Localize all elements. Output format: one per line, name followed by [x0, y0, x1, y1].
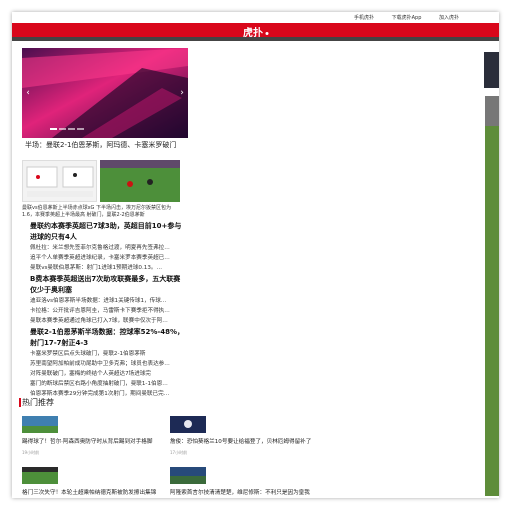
hot-item[interactable]: 踢得球了！哲尔·阿森西奥防守时从背后踢到对手格脚 19小时前: [22, 416, 152, 456]
article-line[interactable]: 曼联vs曼联伯恩茅斯：射门1进球1预期进球0.13。…: [30, 263, 186, 273]
hero-prev-button[interactable]: ‹: [22, 86, 34, 100]
side-ad-image[interactable]: [485, 96, 499, 496]
article-block: B费本赛季英超送出7次助攻联赛最多，五大联赛仅少于奥利塞 迪亚洛vs伯恩茅斯半场…: [30, 274, 186, 326]
hot-thumb-image: [22, 467, 58, 484]
article-block: 曼联约本赛季英超已7球3助，英超目前10+参与进球的只有4人 佩杜拉：米兰想先签…: [30, 221, 186, 273]
article-line[interactable]: 佩杜拉：米兰想先签菲尔克鲁格过渡，明夏再先签弗拉…: [30, 243, 186, 253]
article-line[interactable]: 卡塞米罗禁区后点头球破门，曼联2-1伯恩茅斯: [30, 349, 186, 359]
article-block: 曼联2-1伯恩茅斯半场数据：控球率52%-48%，射门17-7射正4-3 卡塞米…: [30, 327, 186, 399]
hero-carousel[interactable]: ‹ ›: [22, 48, 188, 138]
carousel-dots: [50, 115, 86, 134]
hot-thumb-image: [170, 416, 206, 433]
download-app-link[interactable]: 下载虎扑App: [392, 15, 422, 21]
chevron-left-icon: ‹: [26, 88, 30, 98]
header-bar: 虎扑: [12, 23, 499, 39]
pitch-image: [100, 160, 180, 202]
thumb-row: [22, 160, 180, 202]
hot-item[interactable]: 詹俊：恐怕葵格兰10号要让给福登了，贝林厄姆得留补了 17小时前: [170, 416, 311, 456]
hot-item-time: 17小时前: [170, 450, 188, 455]
article-line[interactable]: 苏里南望阿加帕前成功尾助中卫多克弗；球员也表达参…: [30, 359, 186, 369]
carousel-dot[interactable]: [77, 128, 84, 130]
article-line[interactable]: 迪亚洛vs伯恩茅斯半场数据：进球1关键传球1，传球…: [30, 296, 186, 306]
hot-thumb-image: [170, 467, 206, 484]
top-utility-bar: 手机虎扑 下载虎扑App 加入虎扑: [12, 12, 499, 23]
article-list: 曼联约本赛季英超已7球3助，英超目前10+参与进球的只有4人 佩杜拉：米兰想先签…: [30, 220, 186, 399]
article-title[interactable]: B费本赛季英超送出7次助攻联赛最多，五大联赛仅少于奥利塞: [30, 274, 186, 296]
article-line[interactable]: 对阵曼联破门，塞梅的终结个人英超达7场进球完: [30, 369, 186, 379]
article-line[interactable]: 塞门的断球后禁区右路小角度抽射破门，曼联1-1伯恩…: [30, 379, 186, 389]
article-line[interactable]: 曼联本赛季英超通过角球已打入7球，联赛中仅次于阿…: [30, 316, 186, 326]
hero-image: [22, 48, 188, 138]
nav-strip: [12, 37, 499, 41]
match-photo-thumbnail[interactable]: [100, 160, 180, 202]
hero-next-button[interactable]: ›: [176, 86, 188, 100]
article-title[interactable]: 曼联2-1伯恩茅斯半场数据：控球率52%-48%，射门17-7射正4-3: [30, 327, 186, 349]
article-line[interactable]: 追平个人单赛季英超进球纪录，卡塞米罗本赛季英超已…: [30, 253, 186, 263]
hot-item-title[interactable]: 格门三次失守！本轮土超乘帕纳德克斯被防发擦出集锦: [22, 488, 156, 496]
hot-item-title[interactable]: 詹俊：恐怕葵格兰10号要让给福登了，贝林厄姆得留补了: [170, 437, 311, 445]
carousel-dot[interactable]: [59, 128, 66, 130]
article-title[interactable]: 曼联约本赛季英超已7球3助，英超目前10+参与进球的只有4人: [30, 221, 186, 243]
browser-page: 手机虎扑 下载虎扑App 加入虎扑 虎扑 ‹ › 半场：曼联2-1伯恩茅斯，阿玛…: [12, 12, 499, 498]
hot-item-title[interactable]: 阿隆索首言尔技清清楚楚，维尼修斯：不利只是因为皇我: [170, 488, 310, 496]
hero-caption[interactable]: 半场：曼联2-1伯恩茅斯，阿玛德、卡塞米罗破门: [25, 140, 176, 150]
hot-item[interactable]: 格门三次失守！本轮土超乘帕纳德克斯被防发擦出集锦: [22, 467, 156, 496]
mobile-link[interactable]: 手机虎扑: [354, 15, 374, 21]
chevron-right-icon: ›: [180, 88, 184, 98]
hot-item-time: 19小时前: [22, 450, 40, 455]
hot-item[interactable]: 阿隆索首言尔技清清楚楚，维尼修斯：不利只是因为皇我: [170, 467, 310, 496]
xg-chart-image: [26, 166, 94, 197]
hot-item-title[interactable]: 踢得球了！哲尔·阿森西奥防守时从背后踢到对手格脚: [22, 437, 152, 445]
hot-thumb-image: [22, 416, 58, 433]
logo-dot-icon: [265, 31, 268, 35]
join-link[interactable]: 加入虎扑: [439, 15, 459, 21]
stats-thumbnail[interactable]: [22, 160, 97, 202]
carousel-dot[interactable]: [68, 128, 75, 130]
hot-section-heading: 热门推荐: [19, 398, 54, 407]
article-line[interactable]: 卡拉格：公开批评吉恩阿圭，马雷斯卡下赛季拒不得执…: [30, 306, 186, 316]
thumb-caption[interactable]: 曼联vs伯恩茅斯上半场赤点球xG 下半场闪击，埃万尼尔扳禁区包为1.6，本赛季英…: [22, 205, 182, 218]
side-ad-image[interactable]: [484, 52, 499, 88]
carousel-dot[interactable]: [50, 128, 57, 130]
